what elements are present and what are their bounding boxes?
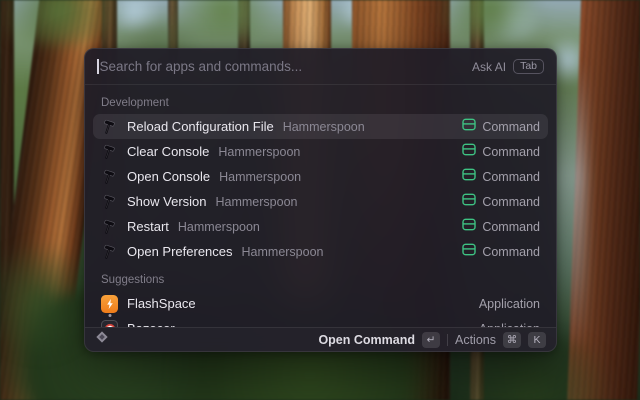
hammer-icon xyxy=(101,118,118,135)
text-caret xyxy=(97,59,99,74)
lightning-bolt-icon xyxy=(106,298,113,309)
terminal-window-icon xyxy=(462,193,477,211)
result-type: Application xyxy=(478,296,540,311)
result-type: Command xyxy=(482,169,540,184)
open-command-button[interactable]: Open Command xyxy=(318,333,415,347)
result-type: Command xyxy=(482,119,540,134)
actions-button[interactable]: Actions xyxy=(455,333,496,347)
app-title: FlashSpace xyxy=(127,296,196,311)
result-type: Command xyxy=(482,194,540,209)
tab-keycap: Tab xyxy=(513,58,544,75)
hammer-icon xyxy=(101,143,118,160)
command-app: Hammerspoon xyxy=(218,144,301,159)
ask-ai-label: Ask AI xyxy=(472,59,507,74)
flashspace-app-icon xyxy=(101,294,118,317)
command-app: Hammerspoon xyxy=(219,169,302,184)
command-title: Restart xyxy=(127,219,169,234)
enter-keycap: ↵ xyxy=(422,331,440,348)
list-item[interactable]: Open Preferences Hammerspoon Command xyxy=(93,239,548,264)
command-title: Open Preferences xyxy=(127,244,233,259)
list-item[interactable]: Reload Configuration File Hammerspoon Co… xyxy=(93,114,548,139)
list-item[interactable]: Bazecor Application xyxy=(93,316,548,327)
terminal-window-icon xyxy=(462,218,477,236)
command-app: Hammerspoon xyxy=(215,194,298,209)
section-header-suggestions: Suggestions xyxy=(101,274,165,286)
k-keycap: K xyxy=(528,331,546,348)
terminal-window-icon xyxy=(462,243,477,261)
command-title: Show Version xyxy=(127,194,207,209)
launcher-window: Ask AI Tab Development Reload Configurat… xyxy=(84,48,557,352)
list-item[interactable]: FlashSpace Application xyxy=(93,291,548,317)
terminal-window-icon xyxy=(462,143,477,161)
footer-divider xyxy=(447,333,448,346)
raycast-diamond-icon xyxy=(95,330,109,349)
list-item[interactable]: Clear Console Hammerspoon Command xyxy=(93,139,548,164)
command-app: Hammerspoon xyxy=(282,119,365,134)
terminal-window-icon xyxy=(462,168,477,186)
bazecor-app-icon xyxy=(101,319,118,327)
ask-ai-control[interactable]: Ask AI Tab xyxy=(472,58,544,75)
list-item[interactable]: Show Version Hammerspoon Command xyxy=(93,189,548,214)
results-list: Development Reload Configuration File Ha… xyxy=(85,85,556,327)
command-app: Hammerspoon xyxy=(241,244,324,259)
command-title: Clear Console xyxy=(127,144,210,159)
command-title: Open Console xyxy=(127,169,211,184)
cmd-keycap: ⌘ xyxy=(503,331,521,348)
command-app: Hammerspoon xyxy=(177,219,260,234)
hammer-icon xyxy=(101,218,118,235)
hammer-icon xyxy=(101,193,118,210)
action-bar: Open Command ↵ Actions ⌘ K xyxy=(85,327,556,351)
hammer-icon xyxy=(101,243,118,260)
command-title: Reload Configuration File xyxy=(127,119,274,134)
shield-badge-icon xyxy=(104,323,115,327)
hammer-icon xyxy=(101,168,118,185)
list-item[interactable]: Open Console Hammerspoon Command xyxy=(93,164,548,189)
result-type: Command xyxy=(482,144,540,159)
search-bar: Ask AI Tab xyxy=(85,49,556,85)
search-input[interactable] xyxy=(99,59,473,74)
terminal-window-icon xyxy=(462,118,477,136)
list-item[interactable]: Restart Hammerspoon Command xyxy=(93,214,548,239)
running-indicator-dot xyxy=(108,314,111,317)
result-type: Command xyxy=(482,244,540,259)
section-header-development: Development xyxy=(101,97,169,109)
result-type: Command xyxy=(482,219,540,234)
